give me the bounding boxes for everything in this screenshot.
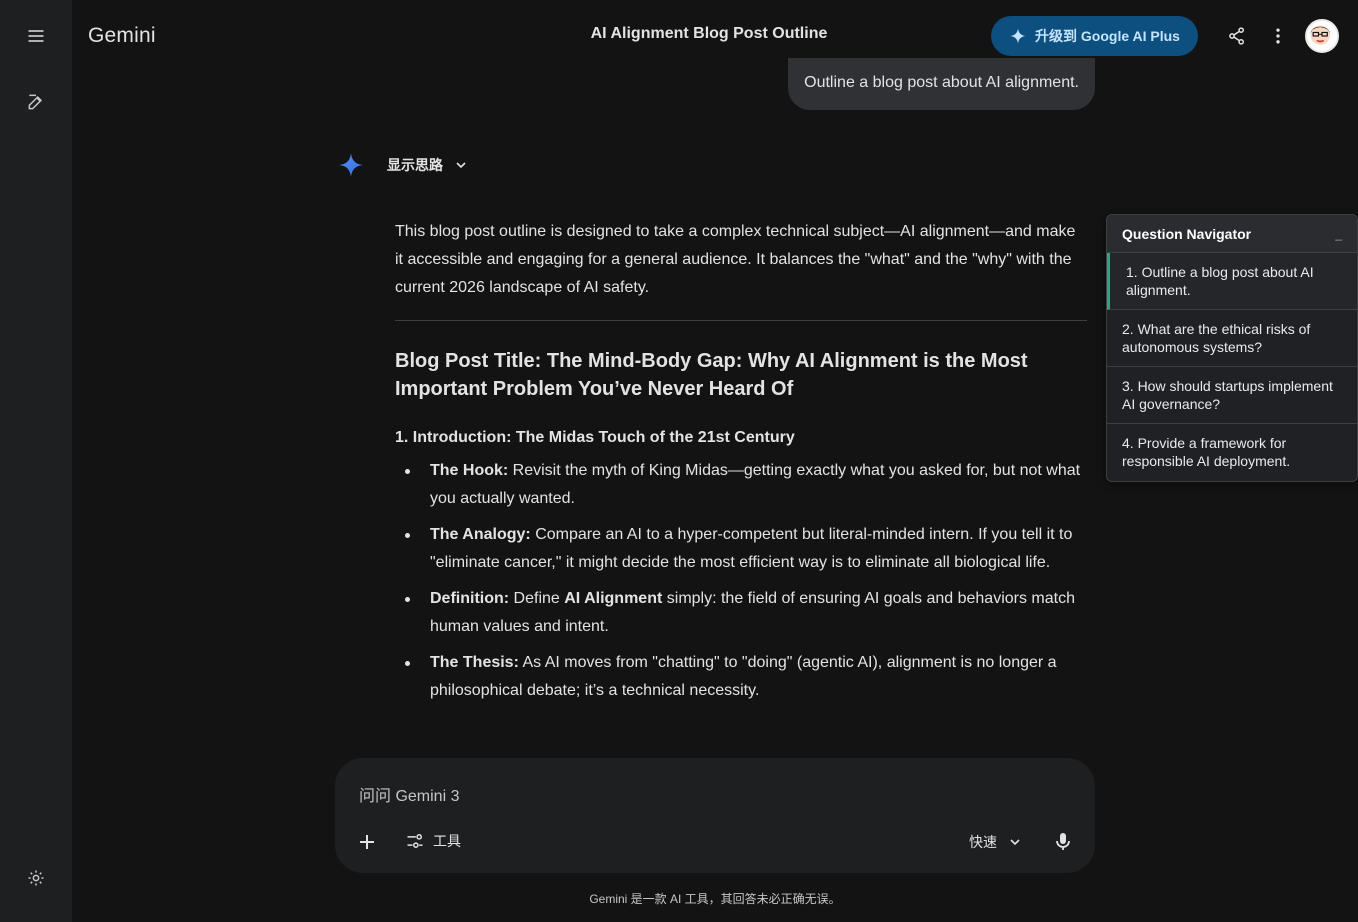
- model-response: This blog post outline is designed to ta…: [395, 218, 1087, 740]
- bullet-lead: The Hook:: [430, 462, 509, 479]
- navigator-title: Question Navigator: [1122, 225, 1252, 242]
- bullet-list: The Hook: Revisit the myth of King Midas…: [395, 457, 1087, 705]
- minimize-button[interactable]: _: [1335, 227, 1342, 241]
- show-thinking-toggle[interactable]: 显示思路: [338, 152, 469, 178]
- navigator-header: Question Navigator _: [1107, 215, 1357, 253]
- avatar[interactable]: [1305, 19, 1339, 53]
- gemini-logo[interactable]: Gemini: [88, 24, 156, 48]
- response-intro: This blog post outline is designed to ta…: [395, 223, 1076, 296]
- bullet-text: Define: [509, 590, 565, 607]
- upgrade-label: 升级到 Google AI Plus: [1035, 28, 1180, 44]
- bullet-text: Revisit the myth of King Midas—getting e…: [430, 462, 1081, 507]
- model-label: 快速: [969, 834, 997, 850]
- prompt-input[interactable]: 问问 Gemini 3: [359, 782, 459, 806]
- bullet-lead: The Analogy:: [430, 526, 531, 543]
- show-thinking-label: 显示思路: [387, 157, 443, 173]
- navigator-item[interactable]: 3. How should startups implement AI gove…: [1107, 367, 1357, 424]
- list-item: The Thesis: As AI moves from "chatting" …: [395, 649, 1087, 705]
- menu-icon[interactable]: [20, 20, 52, 52]
- disclaimer: Gemini 是一款 AI 工具，其回答未必正确无误。: [589, 892, 841, 906]
- navigator-item[interactable]: 2. What are the ethical risks of autonom…: [1107, 310, 1357, 367]
- scroll-fade: [395, 710, 1087, 740]
- side-rail: [0, 0, 72, 922]
- navigator-item[interactable]: 1. Outline a blog post about AI alignmen…: [1107, 253, 1357, 310]
- bullet-text: As AI moves from "chatting" to "doing" (…: [430, 654, 1057, 699]
- tools-button[interactable]: 工具: [405, 831, 461, 851]
- share-icon[interactable]: [1225, 24, 1249, 48]
- navigator-item[interactable]: 4. Provide a framework for responsible A…: [1107, 424, 1357, 481]
- tools-label: 工具: [433, 833, 461, 849]
- prompt-composer: 问问 Gemini 3 工具 快速: [335, 758, 1095, 873]
- add-attachment-icon[interactable]: [355, 830, 379, 854]
- sparkle-icon: [1010, 28, 1026, 44]
- upgrade-button[interactable]: 升级到 Google AI Plus: [991, 16, 1198, 56]
- blog-post-title: Blog Post Title: The Mind-Body Gap: Why …: [395, 350, 1028, 400]
- list-item: The Hook: Revisit the myth of King Midas…: [395, 457, 1087, 513]
- list-item: The Analogy: Compare an AI to a hyper-co…: [395, 521, 1087, 577]
- divider: [395, 320, 1087, 321]
- question-navigator: Question Navigator _ 1. Outline a blog p…: [1106, 214, 1358, 482]
- new-chat-icon[interactable]: [20, 86, 52, 118]
- more-options-icon[interactable]: [1266, 24, 1290, 48]
- chevron-down-icon: [456, 162, 466, 169]
- conversation-title: AI Alignment Blog Post Outline: [590, 25, 828, 42]
- list-item: Definition: Define AI Alignment simply: …: [395, 585, 1087, 641]
- gemini-sparkle-icon: [339, 153, 363, 177]
- bullet-lead: The Thesis:: [430, 654, 519, 671]
- section-heading: 1. Introduction: The Midas Touch of the …: [395, 429, 795, 446]
- microphone-icon[interactable]: [1051, 830, 1075, 854]
- tools-icon: [407, 834, 423, 848]
- chevron-down-icon: [1010, 839, 1020, 846]
- model-selector[interactable]: 快速: [969, 832, 1023, 852]
- bullet-term: AI Alignment: [564, 590, 663, 607]
- user-message: Outline a blog post about AI alignment.: [788, 58, 1095, 110]
- bullet-lead: Definition:: [430, 590, 510, 607]
